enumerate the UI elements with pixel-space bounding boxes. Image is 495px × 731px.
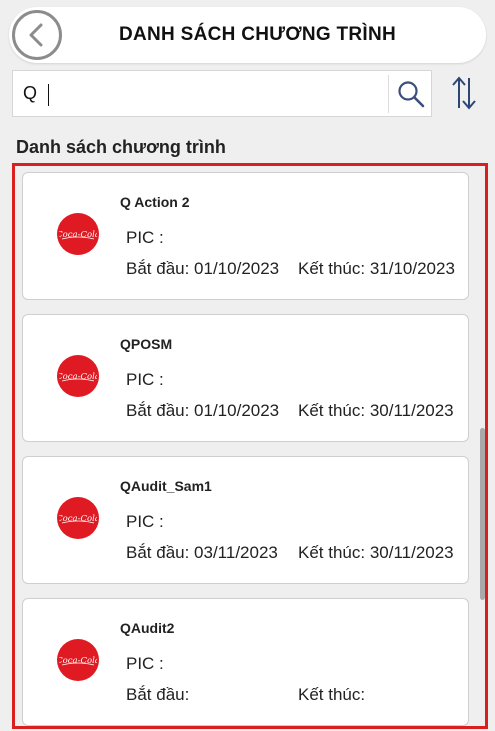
sort-arrows-icon bbox=[452, 76, 476, 110]
section-title: Danh sách chương trình bbox=[16, 137, 226, 157]
program-name: QPOSM bbox=[120, 336, 173, 352]
program-list[interactable]: Coca-Cola Q Action 2 PIC : Bắt đầu: 01/1… bbox=[12, 163, 488, 729]
program-pic: PIC : bbox=[126, 512, 164, 531]
search-divider bbox=[388, 75, 389, 113]
program-name: QAudit2 bbox=[120, 620, 175, 636]
coca-cola-logo-icon: Coca-Cola bbox=[57, 213, 99, 255]
program-card[interactable]: Coca-Cola Q Action 2 PIC : Bắt đầu: 01/1… bbox=[22, 172, 469, 300]
coca-cola-logo-mark: Coca-Cola bbox=[59, 372, 97, 382]
program-end-date: Kết thúc: 30/11/2023 bbox=[298, 401, 454, 420]
coca-cola-logo-icon: Coca-Cola bbox=[57, 355, 99, 397]
coca-cola-logo-mark: Coca-Cola bbox=[59, 514, 97, 524]
program-pic: PIC : bbox=[126, 654, 164, 673]
scrollbar-thumb[interactable] bbox=[480, 428, 485, 600]
program-card[interactable]: Coca-Cola QAudit2 PIC : Bắt đầu: Kết thú… bbox=[22, 598, 469, 726]
program-start-date: Bắt đầu: 01/10/2023 bbox=[126, 259, 280, 278]
program-end-date: Kết thúc: 30/11/2023 bbox=[298, 543, 454, 562]
program-pic: PIC : bbox=[126, 228, 164, 247]
app-header: DANH SÁCH CHƯƠNG TRÌNH bbox=[9, 7, 486, 63]
program-end-date: Kết thúc: 31/10/2023 bbox=[298, 259, 455, 278]
program-card[interactable]: Coca-Cola QAudit_Sam1 PIC : Bắt đầu: 03/… bbox=[22, 456, 469, 584]
program-list-inner: Coca-Cola Q Action 2 PIC : Bắt đầu: 01/1… bbox=[15, 166, 485, 726]
search-input[interactable] bbox=[13, 71, 387, 116]
coca-cola-logo-icon: Coca-Cola bbox=[57, 639, 99, 681]
search-box bbox=[12, 70, 432, 117]
page-title: DANH SÁCH CHƯƠNG TRÌNH bbox=[118, 24, 397, 45]
coca-cola-logo-icon: Coca-Cola bbox=[57, 497, 99, 539]
back-button[interactable] bbox=[12, 10, 62, 60]
program-start-date: Bắt đầu: 03/11/2023 bbox=[126, 543, 278, 562]
search-button[interactable] bbox=[393, 76, 429, 112]
chevron-left-icon bbox=[29, 23, 43, 47]
program-pic: PIC : bbox=[126, 370, 164, 389]
coca-cola-logo-mark: Coca-Cola bbox=[59, 230, 97, 240]
sort-button[interactable] bbox=[449, 74, 479, 112]
program-start-date: Bắt đầu: 01/10/2023 bbox=[126, 401, 280, 420]
search-icon bbox=[398, 81, 425, 108]
program-start-date: Bắt đầu: bbox=[126, 685, 190, 704]
program-name: QAudit_Sam1 bbox=[120, 478, 212, 494]
program-end-date: Kết thúc: bbox=[298, 685, 366, 704]
coca-cola-logo-mark: Coca-Cola bbox=[59, 656, 97, 666]
text-caret bbox=[48, 84, 49, 106]
program-card[interactable]: Coca-Cola QPOSM PIC : Bắt đầu: 01/10/202… bbox=[22, 314, 469, 442]
program-name: Q Action 2 bbox=[120, 194, 190, 210]
